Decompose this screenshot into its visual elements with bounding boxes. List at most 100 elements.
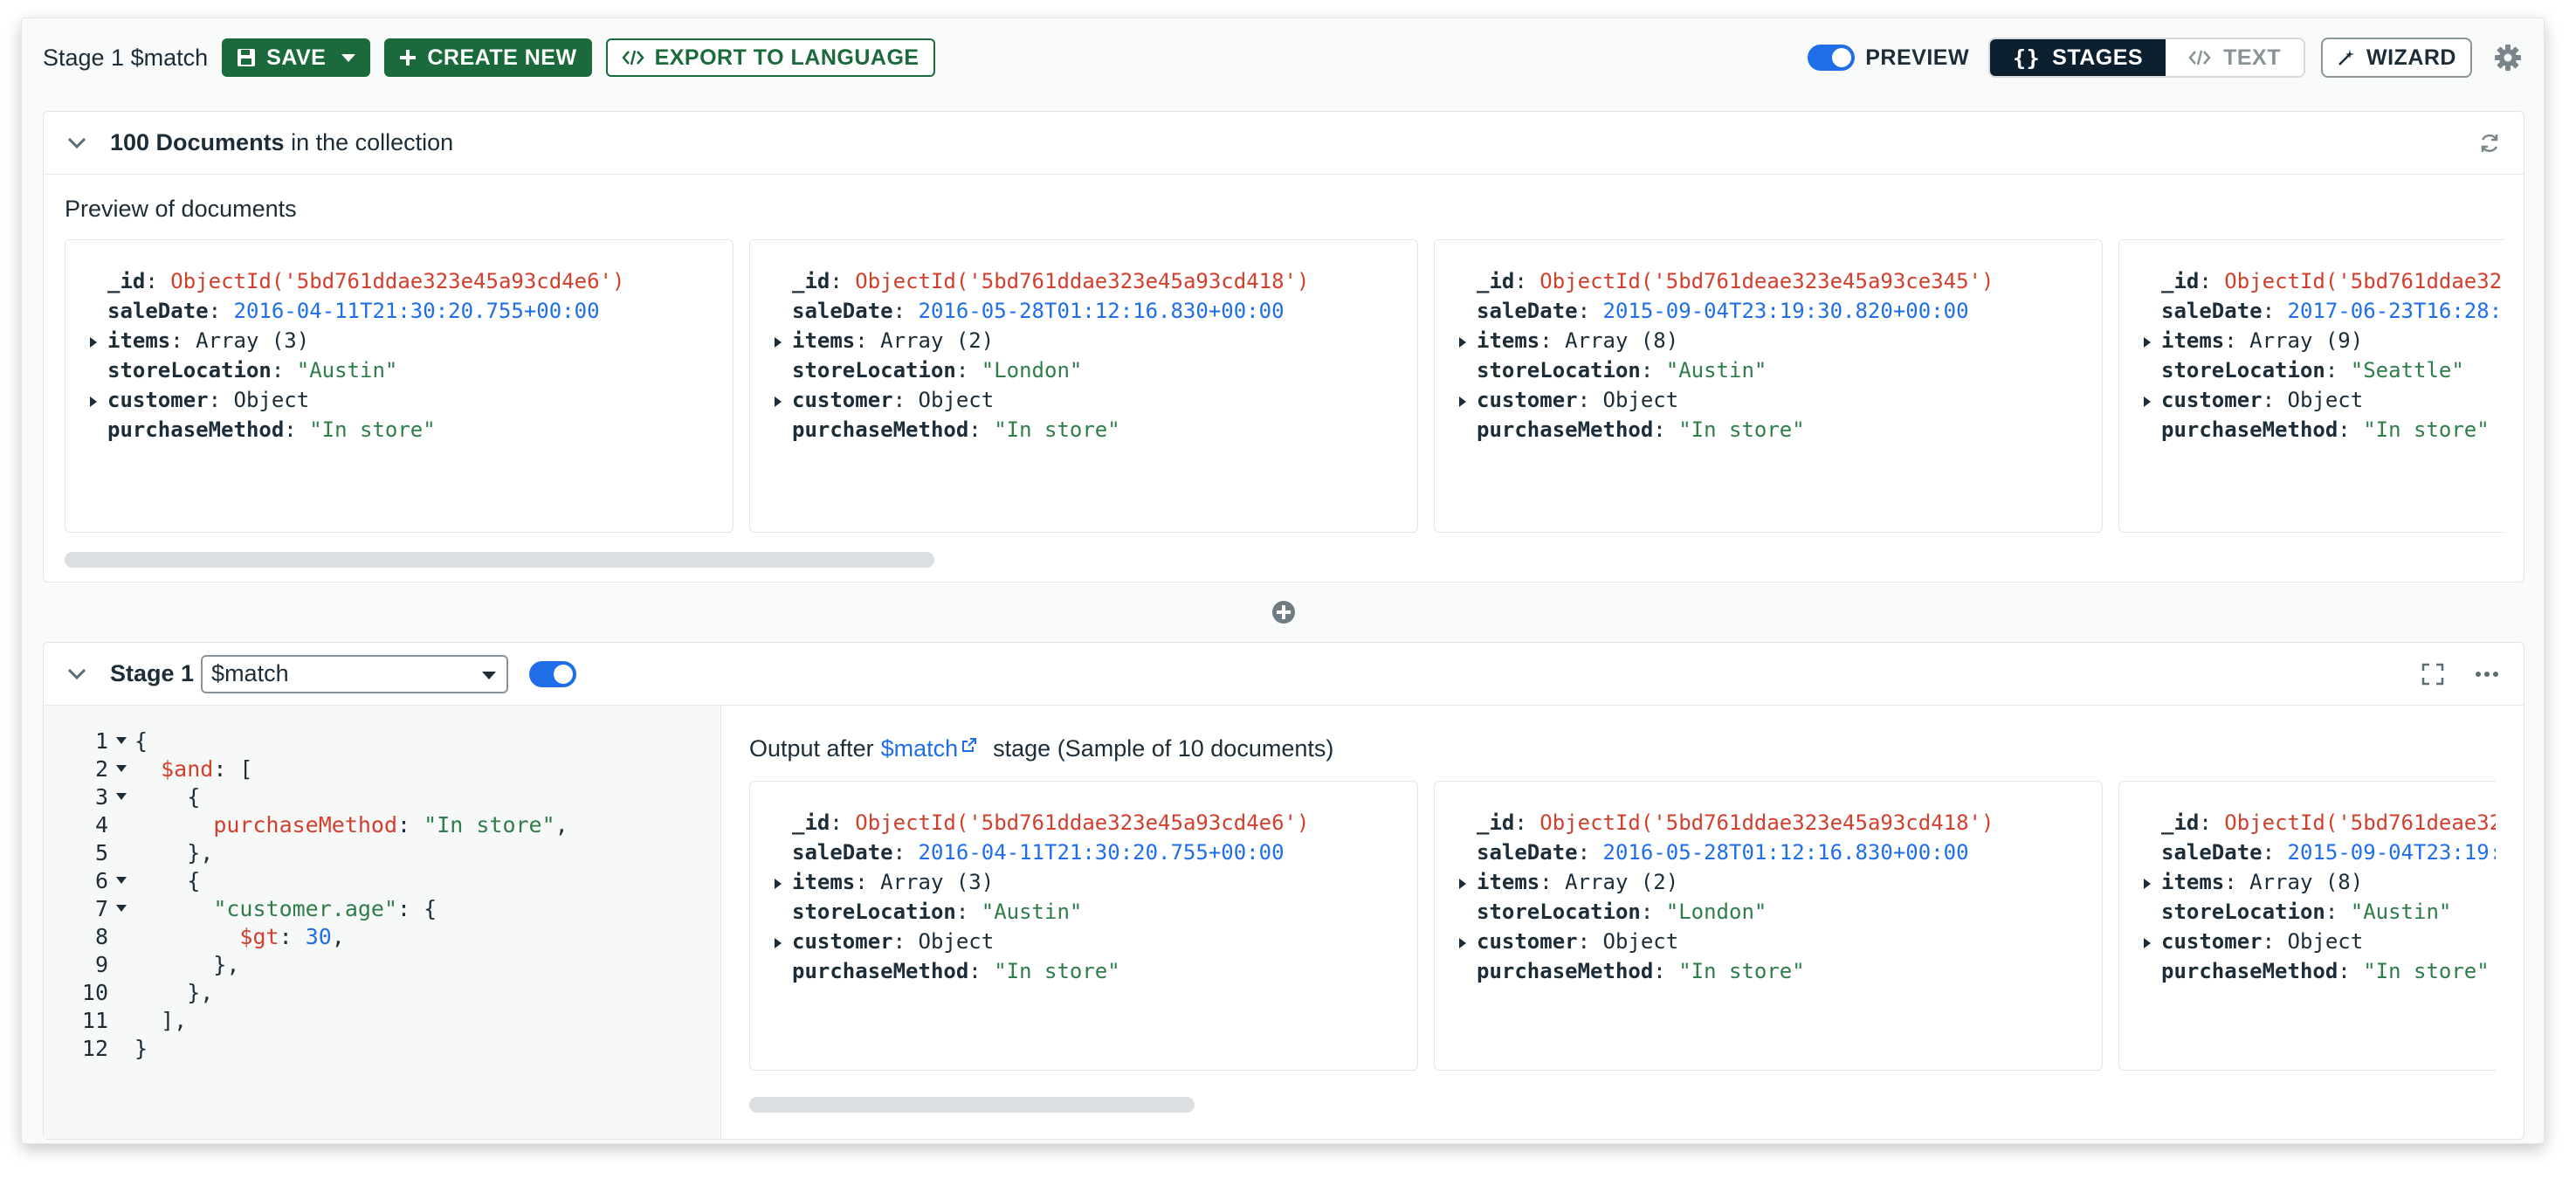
expand-caret-icon[interactable] <box>775 879 782 889</box>
field-purchasemethod: purchaseMethod: "In store" <box>2144 956 2496 986</box>
export-to-language-button[interactable]: EXPORT TO LANGUAGE <box>605 38 935 77</box>
fullscreen-icon[interactable] <box>2417 658 2449 690</box>
field-key: items <box>2161 328 2225 353</box>
export-label: EXPORT TO LANGUAGE <box>654 45 920 70</box>
chevron-down-icon[interactable] <box>341 53 356 62</box>
field-customer[interactable]: customer: Object <box>2144 927 2496 956</box>
field-customer[interactable]: customer: Object <box>775 385 1417 415</box>
field-key: customer <box>2161 388 2263 412</box>
chevron-down-icon[interactable] <box>65 662 89 686</box>
expand-caret-icon[interactable] <box>2144 938 2151 948</box>
expand-caret-icon[interactable] <box>775 396 782 407</box>
preview-toggle[interactable] <box>1808 45 1856 71</box>
field-items[interactable]: items: Array (2) <box>775 326 1417 355</box>
code-line[interactable]: 10 }, <box>44 978 213 1006</box>
field-items[interactable]: items: Array (8) <box>2144 867 2496 897</box>
expand-caret-icon[interactable] <box>2144 879 2151 889</box>
field-items[interactable]: items: Array (3) <box>775 867 1417 897</box>
expand-caret-icon[interactable] <box>775 337 782 348</box>
stage-operator-select[interactable]: $match <box>201 654 509 693</box>
colon: : <box>892 929 919 954</box>
fold-caret-icon[interactable] <box>108 877 134 884</box>
expand-caret-icon[interactable] <box>90 396 97 407</box>
documents-scrollbar[interactable] <box>65 552 934 568</box>
code-line[interactable]: 4 purchaseMethod: "In store", <box>44 810 568 838</box>
create-new-button[interactable]: CREATE NEW <box>384 38 592 77</box>
toolbar-right: PREVIEW {} STAGES TEXT WIZARD <box>1808 38 2523 78</box>
colon: : <box>2262 299 2288 323</box>
colon: : <box>1653 417 1679 442</box>
output-scrollbar[interactable] <box>749 1097 1195 1113</box>
field-value: "In store" <box>994 417 1120 442</box>
refresh-icon[interactable] <box>2476 130 2503 156</box>
field-value: "Austin" <box>981 900 1083 924</box>
save-button[interactable]: SAVE <box>222 38 371 77</box>
field-items[interactable]: items: Array (2) <box>1459 867 2102 897</box>
expand-caret-icon[interactable] <box>2144 396 2151 407</box>
field-items[interactable]: items: Array (3) <box>90 326 733 355</box>
field-customer[interactable]: customer: Object <box>2144 385 2504 415</box>
field-key: purchaseMethod <box>2161 959 2338 983</box>
ellipsis-icon[interactable] <box>2471 658 2503 690</box>
expand-caret-icon[interactable] <box>1459 396 1466 407</box>
expand-caret-icon[interactable] <box>1459 879 1466 889</box>
code-line[interactable]: 6 { <box>44 866 200 894</box>
code-token: : [ <box>213 755 253 782</box>
field-value: ObjectId('5bd761deae323e45a93ce345') <box>1539 269 1994 293</box>
code-line[interactable]: 9 }, <box>44 950 239 978</box>
documents-count-bold: 100 Documents <box>110 129 285 155</box>
fold-caret-icon[interactable] <box>108 737 134 744</box>
line-number: 8 <box>94 923 108 949</box>
expand-caret-icon[interactable] <box>90 337 97 348</box>
code-line[interactable]: 1{ <box>44 727 148 755</box>
field-customer[interactable]: customer: Object <box>1459 385 2102 415</box>
code-line[interactable]: 8 $gt: 30, <box>44 922 345 950</box>
field-customer[interactable]: customer: Object <box>90 385 733 415</box>
code-line[interactable]: 5 }, <box>44 838 213 866</box>
plus-circle-icon[interactable] <box>1271 599 1297 625</box>
field-storelocation: storeLocation: "Austin" <box>775 897 1417 927</box>
stage-code-editor[interactable]: 1{2 $and: [3 {4 purchaseMethod: "In stor… <box>44 706 721 1139</box>
colon: : <box>892 388 919 412</box>
field-purchasemethod: purchaseMethod: "In store" <box>775 415 1417 445</box>
text-view-button[interactable]: TEXT <box>2166 39 2304 76</box>
fold-caret-icon[interactable] <box>108 793 134 800</box>
line-number: 6 <box>94 867 108 893</box>
code-line[interactable]: 7 "customer.age": { <box>44 894 437 922</box>
code-token: } <box>134 1035 148 1061</box>
code-token: $and <box>161 755 214 782</box>
field-customer[interactable]: customer: Object <box>775 927 1417 956</box>
operator-docs-link[interactable]: $match <box>881 735 959 762</box>
output-documents-carousel: _id: ObjectId('5bd761ddae323e45a93cd4e6'… <box>749 781 2496 1074</box>
field-items[interactable]: items: Array (8) <box>1459 326 2102 355</box>
gear-icon[interactable] <box>2493 43 2523 72</box>
code-line[interactable]: 3 { <box>44 783 200 810</box>
field-key: purchaseMethod <box>107 417 285 442</box>
external-link-icon[interactable] <box>961 737 977 753</box>
field-key: saleDate <box>792 840 893 865</box>
field-key: _id <box>1477 269 1515 293</box>
expand-caret-icon[interactable] <box>775 938 782 948</box>
expand-caret-icon[interactable] <box>2144 337 2151 348</box>
field-id: _id: ObjectId('5bd761deae32 <box>2144 808 2496 838</box>
code-line[interactable]: 12} <box>44 1034 148 1062</box>
line-number: 11 <box>81 1007 108 1033</box>
fold-caret-icon[interactable] <box>108 905 134 912</box>
output-prefix: Output after <box>749 735 874 762</box>
stages-view-button[interactable]: {} STAGES <box>1990 39 2166 76</box>
field-storelocation: storeLocation: "Seattle" <box>2144 355 2504 385</box>
code-line[interactable]: 11 ], <box>44 1006 187 1034</box>
expand-caret-icon[interactable] <box>1459 337 1466 348</box>
colon: : <box>855 870 881 894</box>
code-line[interactable]: 2 $and: [ <box>44 755 253 783</box>
field-value: "Austin" <box>1665 358 1767 383</box>
expand-caret-icon[interactable] <box>1459 938 1466 948</box>
stage-enabled-toggle[interactable] <box>529 660 577 687</box>
chevron-down-icon[interactable] <box>65 131 89 155</box>
fold-caret-icon[interactable] <box>108 765 134 772</box>
documents-count-suffix: in the collection <box>284 129 454 155</box>
wizard-button[interactable]: WIZARD <box>2321 38 2472 78</box>
field-customer[interactable]: customer: Object <box>1459 927 2102 956</box>
field-items[interactable]: items: Array (9) <box>2144 326 2504 355</box>
